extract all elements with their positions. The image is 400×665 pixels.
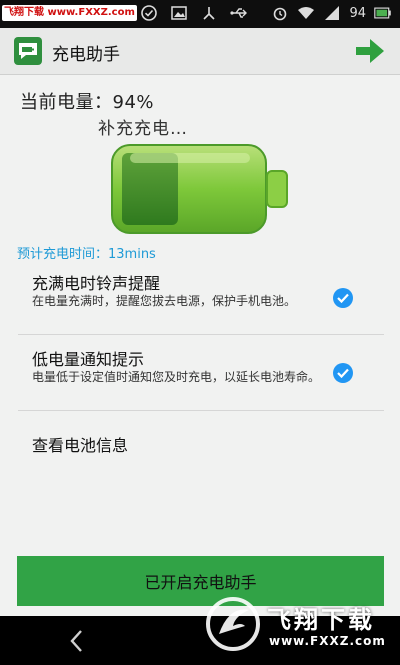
setting-title: 充满电时铃声提醒 xyxy=(32,274,161,293)
check-icon xyxy=(337,293,349,304)
divider xyxy=(18,334,384,335)
badge-url-text: www.FXXZ.com xyxy=(47,7,135,18)
signal-icon xyxy=(323,4,341,22)
setting-title: 低电量通知提示 xyxy=(32,350,145,369)
battery-chat-icon xyxy=(14,37,42,65)
charge-time-estimate: 预计充电时间：13mins xyxy=(17,247,156,262)
badge-site-text: 飞翔下载 xyxy=(4,7,44,18)
status-bar: 飞翔下载 www.FXXZ.com 94 xyxy=(0,0,400,28)
usb-debug-icon xyxy=(200,4,218,22)
wifi-icon xyxy=(297,4,315,22)
charging-status-text: 补充充电… xyxy=(98,119,188,139)
setting-description: 电量低于设定值时通知您及时充电，以延长电池寿命。 xyxy=(32,370,321,384)
battery-fill-segment xyxy=(122,153,178,225)
setting-description: 在电量充满时，提醒您拔去电源，保护手机电池。 xyxy=(32,294,297,308)
battery-graphic xyxy=(111,144,288,234)
arrow-right-icon xyxy=(356,39,384,63)
check-circle-icon xyxy=(140,4,158,22)
divider xyxy=(18,410,384,411)
watermark-url: www.FXXZ.com xyxy=(269,634,386,648)
usb-icon xyxy=(230,4,248,22)
watermark-text: 飞翔下载 xyxy=(267,606,375,634)
app-title-bar: 充电助手 xyxy=(0,28,400,75)
full-charge-checkbox[interactable] xyxy=(333,288,353,308)
battery-number: 94 xyxy=(349,5,366,21)
watermark: 飞翔下载 www.FXXZ.com xyxy=(205,594,395,656)
alarm-icon xyxy=(271,4,289,22)
back-chevron-icon xyxy=(70,630,82,652)
check-icon xyxy=(337,368,349,379)
image-icon xyxy=(170,4,188,22)
watermark-logo-icon xyxy=(206,597,260,651)
setting-full-charge-ringtone[interactable]: 充满电时铃声提醒 在电量充满时，提醒您拔去电源，保护手机电池。 xyxy=(0,266,400,334)
battery-level-text: 当前电量：94% xyxy=(20,92,155,113)
status-badge: 飞翔下载 www.FXXZ.com xyxy=(2,3,137,23)
forward-button[interactable] xyxy=(354,37,386,65)
battery-info-link[interactable]: 查看电池信息 xyxy=(32,432,128,456)
low-battery-checkbox[interactable] xyxy=(333,363,353,383)
page-title: 充电助手 xyxy=(52,45,120,65)
setting-low-battery-notify[interactable]: 低电量通知提示 电量低于设定值时通知您及时充电，以延长电池寿命。 xyxy=(0,342,400,410)
battery-icon xyxy=(374,4,392,22)
back-button[interactable] xyxy=(64,628,90,654)
